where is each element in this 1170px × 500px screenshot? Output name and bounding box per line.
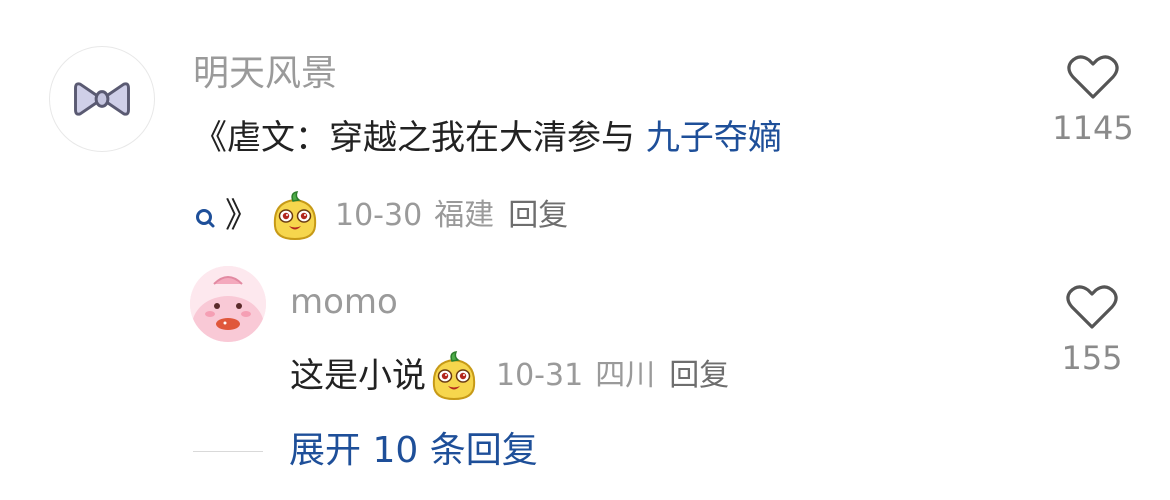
topic-link[interactable]: 九子夺嫡 <box>646 118 782 158</box>
like-button[interactable]: 1145 <box>1051 54 1135 146</box>
comment-text: 这是小说 <box>290 356 426 396</box>
divider <box>193 450 263 452</box>
comment-username[interactable]: momo <box>290 282 398 322</box>
like-count: 1145 <box>1052 109 1134 147</box>
comment-username[interactable]: 明天风景 <box>193 52 337 96</box>
comment-meta: 》 10-30 福建 回复 <box>193 188 568 244</box>
heart-icon <box>1066 285 1118 329</box>
comment-location: 福建 <box>434 198 495 233</box>
pink-character-avatar <box>190 266 266 342</box>
comment-section: 明天风景 《虐文：穿越之我在大清参与 九子夺嫡 》 10-30 福建 回复 11… <box>0 0 1170 500</box>
search-icon[interactable] <box>193 203 219 229</box>
cute-sticker-emoji-icon <box>267 188 323 244</box>
reply-button[interactable]: 回复 <box>508 196 568 236</box>
avatar[interactable] <box>190 266 266 342</box>
like-count: 155 <box>1061 339 1123 377</box>
expand-replies-button[interactable]: 展开 10 条回复 <box>289 428 538 474</box>
reply-button[interactable]: 回复 <box>669 356 729 396</box>
comment-text-prefix: 《虐文：穿越之我在大清参与 <box>193 118 646 158</box>
comment-location: 四川 <box>595 358 656 393</box>
comment-date: 10-30 <box>335 198 423 233</box>
comment-date: 10-31 <box>496 358 584 393</box>
bow-icon <box>74 82 130 116</box>
comment-text-row: 这是小说 10-31 四川 回复 <box>290 348 729 404</box>
heart-icon <box>1067 55 1119 99</box>
avatar[interactable] <box>49 46 155 152</box>
like-button[interactable]: 155 <box>1050 284 1134 376</box>
expand-replies-row: 展开 10 条回复 <box>193 428 538 474</box>
comment-text: 《虐文：穿越之我在大清参与 九子夺嫡 <box>193 118 782 158</box>
comment-text-suffix: 》 <box>225 196 259 236</box>
cute-sticker-emoji-icon <box>426 348 482 404</box>
